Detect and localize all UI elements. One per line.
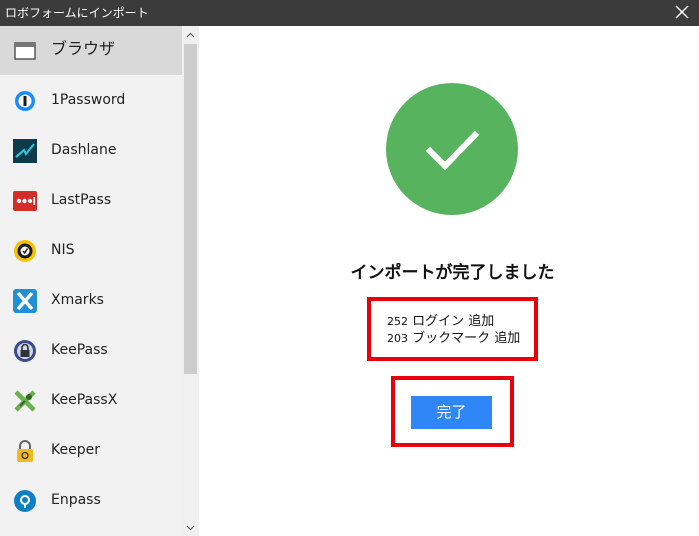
- sidebar-item-keepassx[interactable]: KeePassX: [0, 376, 182, 425]
- sidebar-item-keepass[interactable]: KeePass: [0, 326, 182, 375]
- 1password-icon: [15, 91, 35, 111]
- import-result-panel: インポートが完了しました 252 ログイン 追加 203 ブックマーク 追加 完…: [199, 26, 699, 536]
- title-bar: ロボフォームにインポート: [0, 0, 699, 26]
- sidebar-item-dashlane[interactable]: Dashlane: [0, 126, 182, 175]
- completion-heading: インポートが完了しました: [350, 263, 555, 283]
- stat-logins: 252 ログイン 追加: [387, 313, 520, 330]
- import-stats: 252 ログイン 追加 203 ブックマーク 追加: [387, 313, 520, 347]
- sidebar-item-label: KeePass: [51, 342, 108, 358]
- sidebar-item-label: Keeper: [51, 442, 100, 458]
- dashlane-icon: [13, 139, 37, 163]
- sidebar-item-label: KeePassX: [51, 392, 118, 408]
- done-button[interactable]: 完了: [411, 396, 492, 429]
- sidebar-item-label: Enpass: [51, 492, 101, 508]
- stat-count: 203: [387, 332, 408, 345]
- stat-label: ブックマーク 追加: [412, 331, 521, 346]
- stat-label: ログイン 追加: [412, 314, 495, 329]
- sidebar-item-enpass[interactable]: Enpass: [0, 476, 182, 525]
- sidebar-item-label: LastPass: [51, 192, 112, 208]
- scroll-up-icon[interactable]: [185, 30, 196, 41]
- stat-count: 252: [387, 315, 408, 328]
- sidebar-item-1password[interactable]: 1Password: [0, 76, 182, 125]
- sidebar-item-lastpass[interactable]: LastPass: [0, 176, 182, 225]
- sidebar-item-label: ブラウザ: [51, 39, 116, 58]
- success-check-icon: [386, 83, 518, 215]
- sidebar-item-xmarks[interactable]: Xmarks: [0, 276, 182, 325]
- sidebar-item-nis[interactable]: NIS: [0, 226, 182, 275]
- close-icon[interactable]: [673, 3, 691, 21]
- xmarks-icon: [13, 289, 37, 313]
- sidebar-item-label: NIS: [51, 242, 75, 258]
- sidebar-scrollbar[interactable]: [182, 26, 199, 536]
- importer-sidebar: ブラウザ 1Password Dashlane LastPass NIS Xma…: [0, 26, 182, 536]
- stat-bookmarks: 203 ブックマーク 追加: [387, 330, 520, 347]
- sidebar-item-keeper[interactable]: Keeper: [0, 426, 182, 475]
- scroll-down-icon[interactable]: [185, 522, 196, 533]
- browser-window-icon: [14, 42, 36, 60]
- lastpass-icon: [13, 191, 37, 211]
- sidebar-item-browser[interactable]: ブラウザ: [0, 26, 182, 75]
- nis-icon: [14, 240, 36, 262]
- keepass-icon: [14, 340, 36, 362]
- window-title: ロボフォームにインポート: [5, 6, 149, 20]
- scrollbar-thumb[interactable]: [184, 44, 197, 374]
- sidebar-item-label: Dashlane: [51, 142, 117, 158]
- sidebar-item-label: 1Password: [51, 92, 126, 108]
- sidebar-item-label: Xmarks: [51, 292, 104, 308]
- keeper-icon: [17, 440, 33, 462]
- keepassx-icon: [14, 390, 36, 412]
- enpass-icon: [14, 490, 36, 512]
